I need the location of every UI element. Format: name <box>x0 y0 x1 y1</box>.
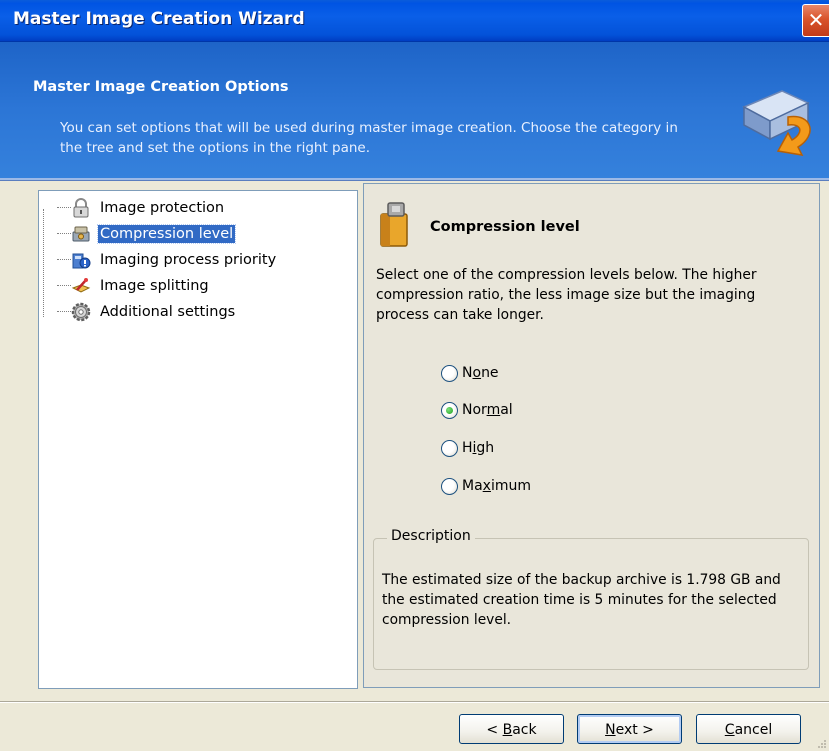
tree-item-label: Additional settings <box>100 304 236 320</box>
radio-none[interactable]: None <box>441 362 499 384</box>
radio-button[interactable] <box>441 364 458 382</box>
tree-connector <box>57 207 71 208</box>
page-heading: Master Image Creation Options <box>33 79 289 95</box>
option-title: Compression level <box>430 219 580 235</box>
tree-connector <box>57 311 71 312</box>
next-button[interactable]: Next > <box>577 714 682 744</box>
description-groupbox: Description The estimated size of the ba… <box>373 528 809 670</box>
radio-high[interactable]: High <box>441 437 494 459</box>
tree-connector <box>57 259 71 260</box>
radio-normal[interactable]: Normal <box>441 399 513 421</box>
groupbox-title: Description <box>387 528 475 544</box>
compression-icon <box>72 226 90 242</box>
tree-item-label: Image protection <box>100 200 225 216</box>
compression-level-icon <box>380 202 408 247</box>
radio-label: Maximum <box>462 478 532 494</box>
radio-label: None <box>462 365 499 381</box>
tree-line <box>43 209 44 317</box>
tree-connector <box>57 233 71 234</box>
footer-divider <box>0 701 829 703</box>
splitting-icon <box>71 278 91 293</box>
radio-label: Normal <box>462 402 513 418</box>
radio-maximum[interactable]: Maximum <box>441 475 531 497</box>
priority-icon <box>72 253 91 269</box>
wizard-header: Master Image Creation Options You can se… <box>0 42 829 178</box>
tree-item-label: Imaging process priority <box>100 252 277 268</box>
back-button[interactable]: < Back <box>459 714 564 744</box>
tree-item-compression-level[interactable]: Compression level <box>53 222 237 246</box>
tree-item-label: Compression level <box>96 224 237 244</box>
tree-item-image-splitting[interactable]: Image splitting <box>53 274 211 298</box>
wizard-disk-icon <box>742 90 811 156</box>
lock-icon <box>73 198 89 218</box>
estimate-text: The estimated size of the backup archive… <box>382 572 781 628</box>
options-pane: Compression level Select one of the comp… <box>363 183 820 688</box>
option-description: Select one of the compression levels bel… <box>376 267 757 323</box>
radio-button[interactable] <box>441 401 458 419</box>
title-bar: Master Image Creation Wizard ✕ <box>0 0 829 42</box>
page-description: You can set options that will be used du… <box>60 120 678 156</box>
radio-label: High <box>462 440 495 456</box>
tree-item-additional-settings[interactable]: Additional settings <box>53 300 237 324</box>
category-tree[interactable]: Image protection Compression level Imagi… <box>38 190 358 689</box>
tree-item-imaging-priority[interactable]: Imaging process priority <box>53 248 278 272</box>
tree-connector <box>57 285 71 286</box>
radio-button[interactable] <box>441 477 458 495</box>
tree-item-image-protection[interactable]: Image protection <box>53 196 226 220</box>
tree-item-label: Image splitting <box>100 278 209 294</box>
radio-button[interactable] <box>441 439 458 457</box>
close-button[interactable]: ✕ <box>802 4 829 37</box>
header-divider <box>0 178 829 181</box>
window-title: Master Image Creation Wizard <box>13 9 305 29</box>
cancel-button[interactable]: Cancel <box>696 714 801 744</box>
settings-gear-icon <box>71 302 91 322</box>
resize-grip-icon[interactable] <box>817 739 827 749</box>
